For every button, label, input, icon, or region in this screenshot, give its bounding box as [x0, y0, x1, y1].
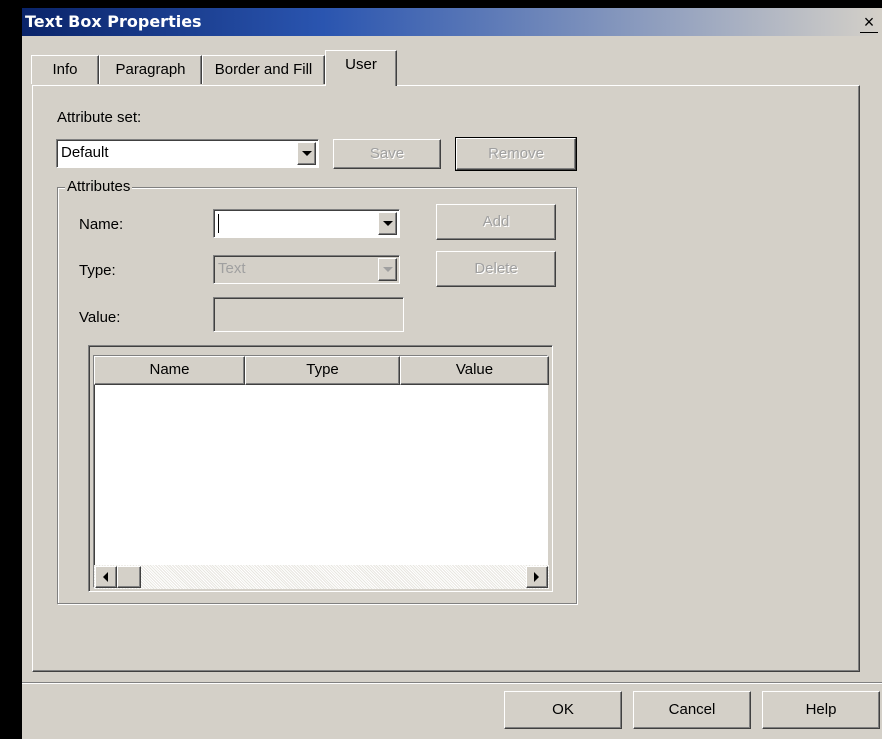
text-caret: [218, 214, 219, 233]
name-dropdown[interactable]: [213, 209, 400, 238]
attribute-set-value: Default: [61, 144, 109, 161]
attribute-set-label: Attribute set:: [57, 109, 142, 126]
column-header-value-label: Value: [455, 361, 494, 378]
tab-border-and-fill-label: Border and Fill: [214, 61, 313, 78]
tab-user-label: User: [345, 56, 377, 73]
add-button[interactable]: Add: [436, 204, 556, 240]
horizontal-scrollbar[interactable]: [94, 565, 549, 589]
ok-button-label: OK: [552, 701, 574, 718]
text-box-properties-dialog: Text Box Properties × Info Paragraph Bor…: [22, 8, 882, 739]
name-label: Name:: [79, 216, 124, 233]
cancel-button-label: Cancel: [668, 701, 716, 718]
save-button[interactable]: Save: [333, 139, 441, 169]
column-header-name[interactable]: Name: [94, 356, 245, 385]
scroll-left-button[interactable]: [95, 566, 117, 588]
add-button-label: Add: [482, 213, 510, 230]
type-value: Text: [218, 260, 246, 277]
tab-info-label: Info: [52, 61, 78, 78]
window-title: Text Box Properties: [25, 12, 202, 31]
attribute-set-dropdown-button[interactable]: [297, 142, 316, 165]
value-label: Value:: [79, 309, 121, 326]
column-header-value[interactable]: Value: [400, 356, 549, 385]
arrow-left-icon: [103, 572, 108, 582]
column-header-type-label: Type: [306, 361, 339, 378]
tab-paragraph-label: Paragraph: [115, 61, 186, 78]
attribute-set-dropdown[interactable]: Default: [56, 139, 319, 168]
column-header-name-label: Name: [149, 361, 190, 378]
value-field[interactable]: [213, 297, 404, 332]
ok-button[interactable]: OK: [504, 691, 622, 729]
tab-border-and-fill[interactable]: Border and Fill: [202, 55, 325, 84]
tab-user[interactable]: User: [325, 50, 397, 86]
remove-button-label: Remove: [488, 145, 544, 162]
type-dropdown-button[interactable]: [378, 258, 397, 281]
arrow-right-icon: [534, 572, 539, 582]
chevron-down-icon: [383, 221, 393, 226]
type-label: Type:: [79, 262, 116, 279]
attributes-list-frame: Name Type Value: [88, 345, 553, 592]
help-button[interactable]: Help: [762, 691, 880, 729]
cancel-button[interactable]: Cancel: [633, 691, 751, 729]
scroll-right-button[interactable]: [526, 566, 548, 588]
type-dropdown[interactable]: Text: [213, 255, 400, 284]
title-bar[interactable]: Text Box Properties ×: [22, 8, 882, 36]
delete-button[interactable]: Delete: [436, 251, 556, 287]
delete-button-label: Delete: [474, 260, 518, 277]
name-dropdown-button[interactable]: [378, 212, 397, 235]
tab-paragraph[interactable]: Paragraph: [99, 55, 202, 84]
close-button[interactable]: ×: [858, 13, 880, 33]
save-button-label: Save: [369, 145, 405, 162]
scrollbar-thumb[interactable]: [117, 566, 141, 588]
help-button-label: Help: [805, 701, 837, 718]
chevron-down-icon: [383, 267, 393, 272]
remove-button[interactable]: Remove: [455, 137, 577, 171]
attributes-legend: Attributes: [65, 178, 133, 195]
tab-info[interactable]: Info: [31, 55, 99, 84]
close-icon: ×: [863, 12, 875, 32]
attributes-list[interactable]: Name Type Value: [93, 355, 549, 589]
column-header-type[interactable]: Type: [245, 356, 400, 385]
footer-divider: [22, 682, 882, 684]
chevron-down-icon: [302, 151, 312, 156]
